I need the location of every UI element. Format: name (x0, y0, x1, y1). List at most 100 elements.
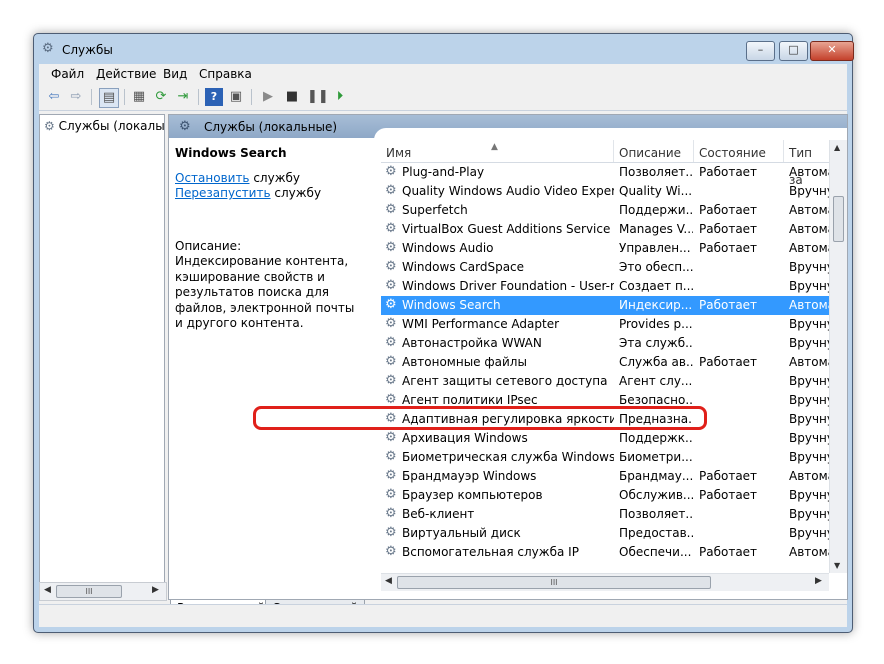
service-row[interactable]: ⚙ Биометрическая служба Windows Биометри..… (381, 448, 829, 467)
menu-action[interactable]: Действие (96, 67, 156, 81)
service-row[interactable]: ⚙ WMI Performance Adapter Provides p... Вру… (381, 315, 829, 334)
service-row[interactable]: ⚙ Вспомогательная служба IP Обеспечи... Раб… (381, 543, 829, 562)
service-row[interactable]: ⚙ Автонастройка WWAN Эта служб... Вручну (381, 334, 829, 353)
horizontal-scroll-thumb[interactable]: III (397, 576, 711, 589)
service-name: Plug-and-Play (402, 165, 485, 179)
service-gear-icon: ⚙ (385, 202, 397, 217)
service-description: Поддержи... (619, 203, 693, 217)
service-description: Provides p... (619, 317, 693, 331)
service-name: Архивация Windows (402, 431, 528, 445)
service-state: Работает (699, 241, 758, 255)
column-description[interactable]: Описание (614, 140, 694, 162)
service-row[interactable]: ⚙ Агент защиты сетевого доступа Агент слу.… (381, 372, 829, 391)
service-row[interactable]: ⚙ Веб-клиент Позволяет... Вручну (381, 505, 829, 524)
scroll-left-icon[interactable]: ◀ (385, 576, 392, 586)
service-description: Создает п... (619, 279, 693, 293)
vertical-scroll-thumb[interactable] (833, 196, 844, 242)
scroll-right-icon[interactable]: ▶ (815, 576, 822, 586)
service-state: Работает (699, 488, 758, 502)
service-row[interactable]: ⚙ Windows Driver Foundation - User-m... Со… (381, 277, 829, 296)
stop-link[interactable]: Остановить (175, 171, 250, 185)
view-icon[interactable]: ▣ (227, 88, 245, 106)
restart-link[interactable]: Перезапустить (175, 186, 271, 200)
scroll-right-icon[interactable]: ▶ (152, 585, 159, 595)
maximize-button[interactable]: □ (779, 41, 808, 61)
service-description: Биометри... (619, 450, 693, 464)
service-gear-icon: ⚙ (385, 354, 397, 369)
service-gear-icon: ⚙ (385, 449, 397, 464)
help-icon[interactable]: ? (205, 88, 223, 106)
horizontal-scrollbar[interactable]: ◀ III ▶ (381, 573, 829, 591)
menu-help[interactable]: Справка (199, 67, 252, 81)
service-row[interactable]: ⚙ VirtualBox Guest Additions Service Manag… (381, 220, 829, 239)
service-gear-icon: ⚙ (385, 240, 397, 255)
menu-file[interactable]: Файл (51, 67, 84, 81)
scroll-left-icon[interactable]: ◀ (44, 585, 51, 595)
service-startup-type: Автома (789, 545, 829, 559)
service-startup-type: Автома (789, 165, 829, 179)
service-row[interactable]: ⚙ Архивация Windows Поддержк... Вручну (381, 429, 829, 448)
service-gear-icon: ⚙ (385, 487, 397, 502)
title-bar[interactable]: ⚙ Службы – □ ✕ (34, 34, 854, 64)
scroll-up-icon[interactable]: ▲ (834, 143, 840, 152)
service-name: Веб-клиент (402, 507, 475, 521)
service-name: Браузер компьютеров (402, 488, 543, 502)
close-button[interactable]: ✕ (810, 41, 854, 61)
forward-icon[interactable]: ⇨ (67, 88, 85, 106)
vertical-scrollbar[interactable]: ▲ ▼ (829, 140, 847, 573)
minimize-button[interactable]: – (746, 41, 775, 61)
refresh-icon[interactable]: ⟳ (152, 88, 170, 106)
service-name: Биометрическая служба Windows (402, 450, 614, 464)
column-header-row: Имя ▲ Описание Состояние Тип за (381, 140, 829, 187)
service-gear-icon: ⚙ (385, 544, 397, 559)
show-hide-tree-icon[interactable]: ▤ (99, 88, 119, 108)
service-state: Работает (699, 298, 758, 312)
service-state: Работает (699, 469, 758, 483)
services-gear-icon: ⚙ (42, 41, 54, 56)
column-startup-type[interactable]: Тип за (784, 140, 829, 187)
services-panel: ⚙ Службы (локальные) Windows Search Оста… (168, 114, 848, 600)
service-row[interactable]: ⚙ Windows CardSpace Это обесп... Вручну (381, 258, 829, 277)
service-gear-icon: ⚙ (385, 183, 397, 198)
start-icon[interactable]: ▶ (259, 88, 277, 106)
service-startup-type: Вручну (789, 431, 829, 445)
service-startup-type: Вручну (789, 184, 829, 198)
service-row[interactable]: ⚙ Quality Windows Audio Video Experie... Q… (381, 182, 829, 201)
export-icon[interactable]: ⇥ (174, 88, 192, 106)
service-description: Обслужив... (619, 488, 693, 502)
service-startup-type: Вручну (789, 279, 829, 293)
stop-icon[interactable]: ■ (283, 88, 301, 106)
service-name: WMI Performance Adapter (402, 317, 560, 331)
service-row[interactable]: ⚙ Windows Audio Управлен... Работает Автома (381, 239, 829, 258)
service-startup-type: Вручну (789, 317, 829, 331)
status-bar (39, 604, 847, 627)
service-row[interactable]: ⚙ Автономные файлы Служба ав... Работает Авт… (381, 353, 829, 372)
properties-icon[interactable]: ▦ (130, 88, 148, 106)
service-startup-type: Автома (789, 298, 829, 312)
panel-title: Службы (локальные) (204, 120, 338, 134)
scroll-down-icon[interactable]: ▼ (834, 561, 840, 570)
service-row[interactable]: ⚙ Виртуальный диск Предостав... Вручну (381, 524, 829, 543)
column-name[interactable]: Имя ▲ (381, 140, 614, 162)
service-name: Quality Windows Audio Video Experie... (402, 184, 614, 198)
service-row[interactable]: ⚙ Superfetch Поддержи... Работает Автома (381, 201, 829, 220)
description-text: Индексирование контента, кэширование сво… (175, 254, 355, 330)
tree-item-services-local[interactable]: ⚙ Службы (локалы (44, 119, 165, 133)
service-row[interactable]: ⚙ Plug-and-Play Позволяет... Работает Автома (381, 163, 829, 182)
back-icon[interactable]: ⇦ (45, 88, 63, 106)
service-gear-icon: ⚙ (385, 164, 397, 179)
service-description: Предостав... (619, 526, 693, 540)
service-gear-icon: ⚙ (385, 335, 397, 350)
service-row[interactable]: ⚙ Браузер компьютеров Обслужив... Работает В… (381, 486, 829, 505)
service-state: Работает (699, 355, 758, 369)
menu-view[interactable]: Вид (163, 67, 187, 81)
scroll-thumb[interactable]: III (56, 585, 122, 598)
service-description: Брандмау... (619, 469, 693, 483)
service-description: Поддержк... (619, 431, 693, 445)
service-row[interactable]: ⚙ Windows Search Индексир... Работает Автома (381, 296, 829, 315)
tree-horizontal-scrollbar[interactable]: ◀ III ▶ (39, 582, 167, 601)
column-state[interactable]: Состояние (694, 140, 784, 162)
pause-icon[interactable]: ❚❚ (307, 88, 329, 106)
service-row[interactable]: ⚙ Брандмауэр Windows Брандмау... Работает Ав… (381, 467, 829, 486)
restart-icon[interactable]: ⏵ (331, 88, 349, 106)
